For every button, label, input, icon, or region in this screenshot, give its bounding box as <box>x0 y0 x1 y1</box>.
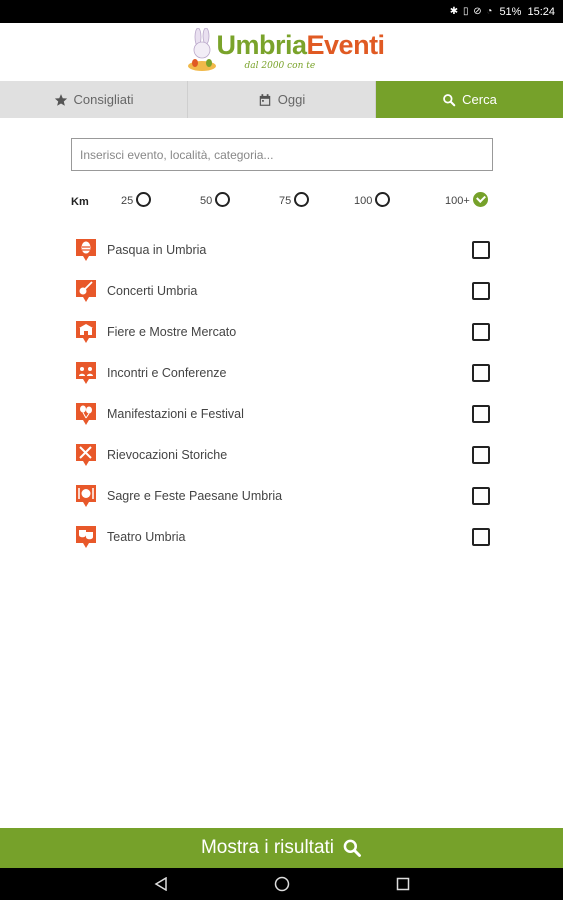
category-label: Teatro Umbria <box>107 529 186 544</box>
category-item-sagre[interactable]: Sagre e Feste Paesane Umbria <box>71 475 493 516</box>
distance-option-100[interactable]: 100 <box>354 192 391 207</box>
search-input[interactable] <box>71 138 493 171</box>
category-item-pasqua[interactable]: Pasqua in Umbria <box>71 229 493 270</box>
distance-option-label: 25 <box>121 195 134 207</box>
system-nav-bar <box>0 868 563 900</box>
app-logo[interactable]: UmbriaEventi dal 2000 con te <box>187 26 385 78</box>
category-label: Manifestazioni e Festival <box>107 406 244 421</box>
category-label: Incontri e Conferenze <box>107 365 227 380</box>
distance-option-25[interactable]: 25 <box>121 192 152 207</box>
checkbox[interactable] <box>472 363 490 382</box>
checkbox[interactable] <box>472 404 490 423</box>
tab-oggi-label: Oggi <box>277 92 306 107</box>
distance-option-label: 100 <box>354 195 373 207</box>
search-icon <box>343 839 361 857</box>
battery-level: 51% <box>499 5 522 18</box>
tab-cerca[interactable]: Cerca <box>376 81 563 118</box>
show-results-button[interactable]: Mostra i risultati <box>0 828 563 868</box>
status-bar: ✱ ▯ ⊘ ◔ 51% 15:24 <box>0 0 563 23</box>
radio-button[interactable] <box>375 192 391 207</box>
radio-button[interactable] <box>294 192 310 207</box>
checkbox[interactable] <box>472 322 490 341</box>
radio-button-checked[interactable] <box>472 192 488 207</box>
category-label: Fiere e Mostre Mercato <box>107 324 237 339</box>
category-label: Rievocazioni Storiche <box>107 447 228 462</box>
logo-wordmark: UmbriaEventi <box>216 30 386 61</box>
logo-tagline: dal 2000 con te <box>244 61 316 71</box>
distance-option-label: 50 <box>200 195 213 207</box>
status-icons: ✱ ▯ ⊘ ◔ <box>449 6 494 17</box>
people-icon <box>76 361 96 384</box>
category-item-rievocazioni[interactable]: Rievocazioni Storiche <box>71 434 493 475</box>
checkbox[interactable] <box>472 445 490 464</box>
main-tabs: Consigliati Oggi Cerca <box>0 81 563 118</box>
star-icon <box>54 93 67 106</box>
category-item-fiere[interactable]: Fiere e Mostre Mercato <box>71 311 493 352</box>
category-item-incontri[interactable]: Incontri e Conferenze <box>71 352 493 393</box>
checkbox[interactable] <box>472 281 490 300</box>
rabbit-logo-icon <box>187 28 216 71</box>
distance-option-50[interactable]: 50 <box>200 192 231 207</box>
logo-umbria: Umbria <box>216 30 308 60</box>
market-icon <box>76 320 96 343</box>
guitar-icon <box>76 279 96 302</box>
home-icon <box>274 876 289 892</box>
category-item-concerti[interactable]: Concerti Umbria <box>71 270 493 311</box>
category-label: Pasqua in Umbria <box>107 242 207 257</box>
clock: 15:24 <box>527 5 555 18</box>
swords-icon <box>76 443 96 466</box>
distance-label: Km <box>71 196 89 208</box>
logo-eventi: Eventi <box>306 30 386 60</box>
tab-consigliati[interactable]: Consigliati <box>0 81 188 118</box>
recents-button[interactable] <box>393 874 413 894</box>
checkbox[interactable] <box>472 240 490 259</box>
tab-consigliati-label: Consigliati <box>73 92 134 107</box>
recents-icon <box>396 877 409 891</box>
category-item-manifestazioni[interactable]: Manifestazioni e Festival <box>71 393 493 434</box>
checkbox[interactable] <box>472 527 490 546</box>
distance-filter: Km 25 50 75 100 100+ <box>71 192 493 212</box>
radio-button[interactable] <box>215 192 231 207</box>
distance-option-label: 75 <box>279 195 292 207</box>
tab-oggi[interactable]: Oggi <box>188 81 376 118</box>
back-button[interactable] <box>151 874 171 894</box>
theater-masks-icon <box>76 525 96 548</box>
category-label: Concerti Umbria <box>107 283 198 298</box>
calendar-icon <box>259 93 271 106</box>
distance-option-100-plus[interactable]: 100+ <box>445 192 488 207</box>
radio-button[interactable] <box>136 192 152 207</box>
cutlery-icon <box>76 484 96 507</box>
category-item-teatro[interactable]: Teatro Umbria <box>71 516 493 557</box>
balloons-icon <box>76 402 96 425</box>
easter-egg-icon <box>76 238 96 261</box>
back-icon <box>154 877 167 891</box>
app-header: UmbriaEventi dal 2000 con te <box>0 23 563 81</box>
search-icon <box>443 93 456 106</box>
distance-option-75[interactable]: 75 <box>279 192 310 207</box>
distance-option-label: 100+ <box>445 195 470 207</box>
category-label: Sagre e Feste Paesane Umbria <box>107 488 283 503</box>
checkbox[interactable] <box>472 486 490 505</box>
tab-cerca-label: Cerca <box>462 92 497 107</box>
show-results-label: Mostra i risultati <box>200 837 335 858</box>
home-button[interactable] <box>272 874 292 894</box>
